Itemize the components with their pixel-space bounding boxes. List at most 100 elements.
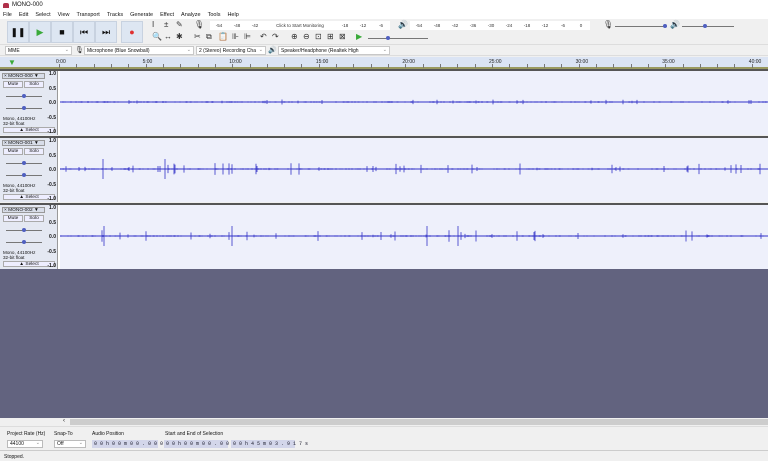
menu-transport[interactable]: Transport — [76, 12, 99, 18]
horizontal-scrollbar[interactable]: ‹ — [0, 418, 768, 426]
waveform[interactable] — [60, 71, 768, 135]
tool-4-icon[interactable]: ↔ — [164, 32, 172, 41]
input-device-select[interactable]: Microphone (Blue Snowball) — [84, 46, 194, 55]
pause-icon: ❚❚ — [10, 26, 26, 37]
mute-button[interactable]: Mute — [3, 215, 23, 222]
edit-tool-3-icon[interactable]: ⊪ — [232, 32, 239, 41]
menu-generate[interactable]: Generate — [130, 12, 153, 18]
tick: 0 — [579, 23, 583, 28]
mute-button[interactable]: Mute — [3, 148, 23, 155]
waveform[interactable] — [60, 138, 768, 202]
track-bit-depth: 32-bit float — [3, 255, 25, 260]
audio-track[interactable]: × MONO-002 ▼ Mute Solo Mono, 44100Hz 32-… — [0, 203, 768, 269]
edit-tool-9-icon[interactable]: ⊡ — [315, 32, 322, 41]
ruler-tick — [249, 64, 251, 68]
ruler-tick — [665, 64, 667, 68]
skip-to-start-button[interactable]: ⏮ — [73, 21, 95, 43]
edit-tool-2-icon[interactable]: 📋 — [218, 32, 228, 41]
menu-tools[interactable]: Tools — [208, 12, 221, 18]
audio-host-select[interactable]: MME — [5, 46, 72, 55]
scroll-left-icon[interactable]: ‹ — [63, 418, 65, 424]
gain-slider[interactable] — [6, 228, 42, 232]
solo-button[interactable]: Solo — [24, 148, 44, 155]
record-button[interactable]: ● — [121, 21, 143, 43]
tool-5-icon[interactable]: ✱ — [176, 32, 183, 41]
play-speed-slider[interactable] — [368, 36, 428, 40]
solo-button[interactable]: Solo — [24, 81, 44, 88]
ruler-tick — [440, 64, 441, 68]
pan-slider[interactable] — [6, 106, 42, 110]
waveform[interactable] — [60, 205, 768, 269]
skip-to-end-button[interactable]: ⏭ — [95, 21, 117, 43]
track-name-menu[interactable]: × MONO-002 ▼ — [2, 207, 45, 213]
amplitude-label: -0.5 — [47, 248, 56, 255]
menu-effect[interactable]: Effect — [160, 12, 174, 18]
playback-meter[interactable]: -54 -48 -42 -36 -30 -24 -18 -12 -6 0 — [410, 21, 590, 30]
empty-track-area[interactable] — [0, 269, 768, 418]
ruler-tick — [578, 64, 580, 68]
tool-2-icon[interactable]: ✎ — [176, 20, 183, 29]
pause-button[interactable]: ❚❚ — [7, 21, 29, 43]
ruler-label: 40:00 — [748, 59, 762, 65]
menu-file[interactable]: File — [3, 12, 12, 18]
edit-tool-10-icon[interactable]: ⊞ — [327, 32, 334, 41]
track-name-menu[interactable]: × MONO-000 ▼ — [2, 73, 45, 79]
playback-volume-slider[interactable] — [682, 24, 734, 28]
record-meter[interactable]: -54 -48 -42 Click to Start Monitoring -18 -… — [210, 21, 390, 30]
play-button[interactable]: ▶ — [29, 21, 51, 43]
project-rate-select[interactable]: 44100 — [7, 440, 43, 448]
ruler-tick — [595, 64, 597, 68]
edit-tool-8-icon[interactable]: ⊖ — [303, 32, 310, 41]
ruler-tick — [526, 64, 528, 68]
audio-position-field[interactable]: 0 0 h 0 0 m 0 0 . 0 0 0 s — [92, 440, 169, 448]
ruler-tick — [751, 64, 753, 68]
channels-select[interactable]: 2 (Stereo) Recording Cha — [196, 46, 266, 55]
selection-end-field[interactable]: 0 0 h 4 5 m 0 3 . 9 1 7 s — [231, 440, 308, 448]
timeline-ruler[interactable]: ▼ 0:00 5:00 10:00 15:00 20:00 25:00 30:00 35:00… — [0, 57, 768, 69]
solo-button[interactable]: Solo — [24, 215, 44, 222]
tool-1-icon[interactable]: ± — [164, 20, 168, 29]
output-device-select[interactable]: Speaker/Headphone (Realtek High — [278, 46, 390, 55]
scrollbar-thumb[interactable] — [70, 419, 768, 425]
project-rate-label: Project Rate (Hz) — [7, 431, 46, 437]
menu-edit[interactable]: Edit — [19, 12, 28, 18]
amplitude-label: 0.5 — [49, 219, 56, 226]
ruler-tick — [682, 64, 684, 68]
tool-0-icon[interactable]: I — [152, 20, 154, 29]
mute-button[interactable]: Mute — [3, 81, 23, 88]
tick: -18 — [523, 23, 531, 28]
snap-to-select[interactable]: Off — [54, 440, 86, 448]
ruler-tick — [613, 64, 615, 68]
track-name-menu[interactable]: × MONO-001 ▼ — [2, 140, 45, 146]
menu-select[interactable]: Select — [35, 12, 50, 18]
monitor-label[interactable]: Click to Start Monitoring — [264, 23, 336, 28]
mic-volume-icon: 🎙 — [603, 20, 614, 29]
record-icon: ● — [129, 27, 135, 37]
audio-track[interactable]: × MONO-001 ▼ Mute Solo Mono, 44100Hz 32-… — [0, 136, 768, 202]
edit-tool-7-icon[interactable]: ⊕ — [291, 32, 298, 41]
pin-head-icon[interactable]: ▼ — [8, 58, 16, 67]
edit-tool-6-icon[interactable]: ↷ — [272, 32, 279, 41]
tick: -42 — [451, 23, 459, 28]
menu-tracks[interactable]: Tracks — [107, 12, 123, 18]
edit-tool-0-icon[interactable]: ✂ — [194, 32, 201, 41]
edit-tool-11-icon[interactable]: ⊠ — [339, 32, 346, 41]
edit-tool-4-icon[interactable]: ⊫ — [244, 32, 251, 41]
edit-tool-5-icon[interactable]: ↶ — [260, 32, 267, 41]
stop-button[interactable]: ■ — [51, 21, 73, 43]
gain-slider[interactable] — [6, 161, 42, 165]
menu-help[interactable]: Help — [227, 12, 238, 18]
audio-track[interactable]: × MONO-000 ▼ Mute Solo Mono, 44100Hz 32-… — [0, 69, 768, 135]
gain-slider[interactable] — [6, 94, 42, 98]
pan-slider[interactable] — [6, 240, 42, 244]
recording-volume-slider[interactable] — [615, 24, 667, 28]
play-at-speed-icon[interactable]: ▶ — [356, 32, 362, 41]
edit-tool-1-icon[interactable]: ⧉ — [206, 32, 212, 42]
pan-slider[interactable] — [6, 173, 42, 177]
menu-analyze[interactable]: Analyze — [181, 12, 201, 18]
tool-3-icon[interactable]: 🔍 — [152, 32, 162, 41]
selection-start-field[interactable]: 0 0 h 0 0 m 0 0 . 0 0 0 s — [164, 440, 241, 448]
track-name: MONO-002 — [8, 208, 33, 213]
ruler-tick — [180, 64, 182, 68]
menu-view[interactable]: View — [58, 12, 70, 18]
